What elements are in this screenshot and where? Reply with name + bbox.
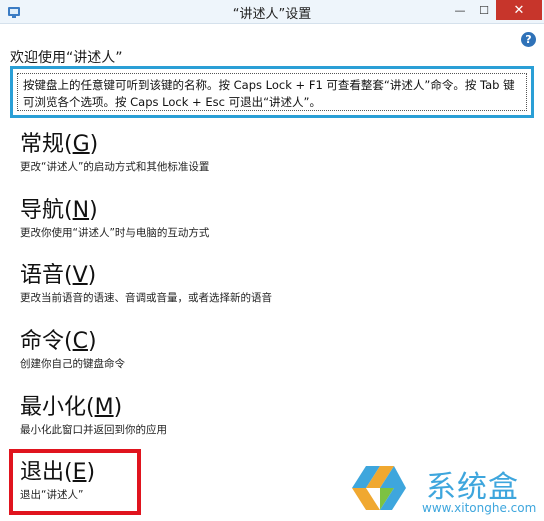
menu-item-minimize-title: 最小化(M) — [20, 395, 123, 420]
access-key: N — [72, 198, 90, 223]
welcome-heading: 欢迎使用“讲述人” — [10, 50, 123, 66]
menu-item-commands[interactable]: 命令(C) 创建你自己的键盘命令 — [20, 328, 320, 371]
menu-item-navigation-desc: 更改你使用“讲述人”时与电脑的互动方式 — [20, 227, 210, 239]
access-key: M — [94, 395, 114, 420]
menu-item-general-desc: 更改“讲述人”的启动方式和其他标准设置 — [20, 161, 210, 173]
access-key: G — [72, 132, 90, 157]
menu-item-minimize-desc: 最小化此窗口并返回到你的应用 — [20, 424, 167, 436]
minimize-window-button[interactable]: — — [448, 0, 472, 20]
watermark-url: www.xitonghe.com — [422, 501, 537, 515]
xitonghe-logo-icon — [352, 466, 406, 510]
menu-item-general[interactable]: 常规(G) 更改“讲述人”的启动方式和其他标准设置 — [20, 131, 320, 174]
menu-item-voice-title: 语音(V) — [20, 263, 97, 288]
menu-item-voice[interactable]: 语音(V) 更改当前语音的语速、音调或音量，或者选择新的语音 — [20, 262, 320, 305]
help-icon[interactable]: ? — [521, 32, 536, 47]
access-key: C — [72, 329, 88, 354]
menu-item-general-title: 常规(G) — [20, 132, 99, 157]
menu-item-commands-desc: 创建你自己的键盘命令 — [20, 358, 125, 370]
title-bar: “讲述人”设置 — ☐ ✕ — [0, 0, 544, 24]
menu-item-minimize[interactable]: 最小化(M) 最小化此窗口并返回到你的应用 — [20, 394, 320, 437]
minimize-icon: — — [454, 3, 466, 17]
close-window-button[interactable]: ✕ — [496, 0, 542, 20]
menu-item-voice-desc: 更改当前语音的语速、音调或音量，或者选择新的语音 — [20, 292, 272, 304]
info-text: 按键盘上的任意键可听到该键的名称。按 Caps Lock + F1 可查看整套“… — [17, 73, 527, 111]
maximize-icon: ☐ — [479, 3, 489, 17]
close-icon: ✕ — [513, 2, 525, 18]
watermark-brand: 系统盒 — [426, 470, 519, 505]
exit-highlight-box — [9, 449, 141, 515]
menu-item-commands-title: 命令(C) — [20, 329, 97, 354]
access-key: V — [72, 263, 88, 288]
menu-item-navigation[interactable]: 导航(N) 更改你使用“讲述人”时与电脑的互动方式 — [20, 197, 320, 240]
watermark: 系统盒 www.xitonghe.com — [346, 458, 542, 518]
maximize-window-button[interactable]: ☐ — [472, 0, 496, 20]
info-box: 按键盘上的任意键可听到该键的名称。按 Caps Lock + F1 可查看整套“… — [10, 66, 534, 118]
menu-item-navigation-title: 导航(N) — [20, 198, 98, 223]
